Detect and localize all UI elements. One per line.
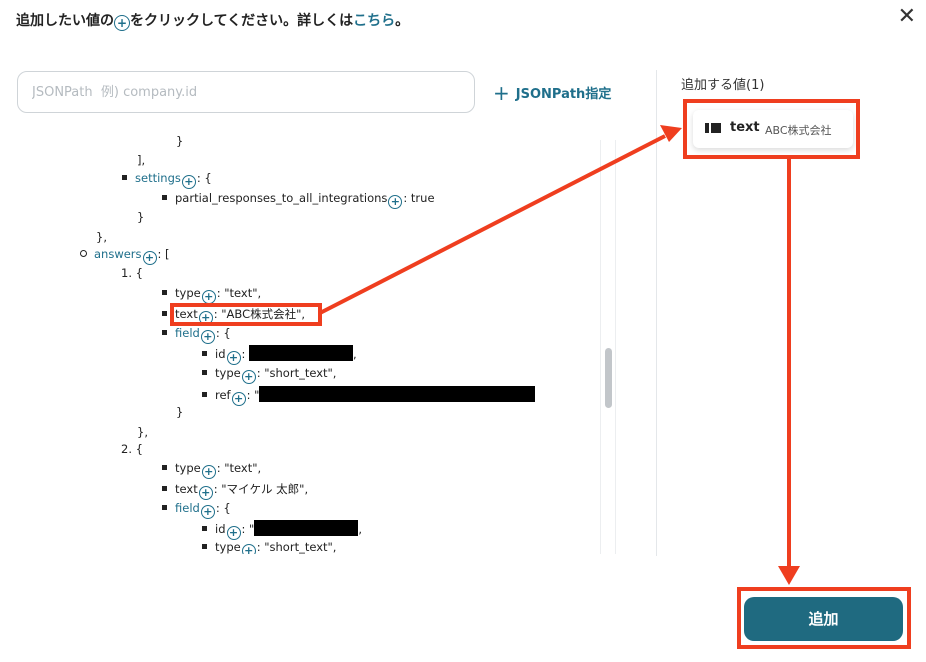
close-icon[interactable]: ✕ bbox=[898, 4, 916, 29]
tree-node-settings: settings +: { bbox=[122, 171, 212, 189]
header-text-before: 追加したい値の bbox=[16, 13, 114, 29]
add-text-plus-icon[interactable]: + bbox=[198, 486, 213, 500]
bullet-icon bbox=[202, 351, 207, 356]
jsonpath-search-input[interactable] bbox=[17, 71, 475, 113]
tree-line: }, bbox=[96, 230, 107, 244]
tree-node-partial-responses: partial_responses_to_all_integrations +: … bbox=[162, 191, 435, 209]
bullet-icon bbox=[162, 465, 167, 470]
tree-node-field-2: field +: { bbox=[162, 501, 231, 519]
highlight-box-add-button bbox=[737, 587, 911, 649]
bullet-icon bbox=[202, 544, 207, 549]
bullet-icon bbox=[162, 505, 167, 510]
tree-node-text-2: text +: "マイケル 太郎", bbox=[162, 481, 308, 500]
bullet-icon bbox=[162, 195, 167, 200]
bullet-circle-icon bbox=[80, 250, 87, 257]
tree-item-2: 2. { bbox=[121, 442, 143, 456]
jsonpath-specify-button[interactable]: + JSONPath指定 bbox=[493, 81, 611, 105]
bullet-icon bbox=[162, 330, 167, 335]
instruction-header: 追加したい値の + をクリックしてください。詳しくはこちら。 bbox=[16, 10, 409, 31]
tree-node-type-1b: type +: "short_text", bbox=[202, 366, 336, 384]
highlight-box-text-node bbox=[170, 303, 322, 326]
plus-icon: + bbox=[493, 81, 510, 105]
add-type-plus-icon[interactable]: + bbox=[201, 465, 216, 479]
help-link[interactable]: こちら bbox=[353, 13, 395, 29]
tree-line: ], bbox=[137, 153, 146, 167]
arrowhead-to-chip bbox=[660, 125, 682, 142]
tree-item-1: 1. { bbox=[121, 266, 143, 280]
redacted-block bbox=[254, 520, 359, 536]
tree-node-type-2b: type +: "short_text", bbox=[202, 540, 336, 554]
highlight-box-added-chip bbox=[683, 99, 860, 159]
scrollbar-track[interactable] bbox=[600, 140, 616, 554]
add-ref-plus-icon[interactable]: + bbox=[231, 392, 246, 406]
tree-line: } bbox=[176, 134, 184, 148]
add-type-plus-icon[interactable]: + bbox=[201, 290, 216, 304]
plus-circle-icon: + bbox=[114, 15, 130, 31]
add-field-plus-icon[interactable]: + bbox=[200, 330, 215, 344]
bullet-icon bbox=[202, 392, 207, 397]
bullet-icon bbox=[202, 370, 207, 375]
add-partial-responses-plus-icon[interactable]: + bbox=[388, 195, 403, 209]
jsonpath-specify-label: JSONPath指定 bbox=[515, 87, 612, 102]
header-text-end: 。 bbox=[395, 13, 410, 29]
tree-line: } bbox=[137, 210, 145, 224]
panel-divider bbox=[656, 70, 657, 556]
bullet-icon bbox=[202, 526, 207, 531]
tree-line: } bbox=[176, 405, 184, 419]
scrollbar-thumb[interactable] bbox=[605, 348, 612, 408]
header-text-middle: をクリックしてください。詳しくは bbox=[130, 13, 354, 29]
tree-node-id-1: id +: , bbox=[202, 345, 357, 365]
json-tree: } ], settings +: { partial_responses_to_a… bbox=[16, 130, 601, 554]
bullet-icon bbox=[162, 486, 167, 491]
add-field-plus-icon[interactable]: + bbox=[200, 505, 215, 519]
add-id-plus-icon[interactable]: + bbox=[226, 351, 241, 365]
add-id-plus-icon[interactable]: + bbox=[226, 526, 241, 540]
tree-node-field-1: field +: { bbox=[162, 326, 231, 344]
added-values-title: 追加する値(1) bbox=[681, 78, 765, 93]
partial-responses-key: partial_responses_to_all_integrations bbox=[175, 191, 388, 205]
tree-node-type-1: type +: "text", bbox=[162, 286, 261, 304]
settings-key: settings bbox=[135, 171, 181, 185]
redacted-block bbox=[259, 386, 536, 402]
add-type-plus-icon[interactable]: + bbox=[241, 544, 256, 554]
add-answers-plus-icon[interactable]: + bbox=[142, 251, 157, 265]
add-type-plus-icon[interactable]: + bbox=[241, 370, 256, 384]
redacted-block bbox=[249, 345, 354, 361]
tree-node-id-2: id +: ", bbox=[202, 520, 362, 540]
answers-key: answers bbox=[94, 247, 142, 261]
tree-node-type-2: type +: "text", bbox=[162, 461, 261, 479]
bullet-icon bbox=[162, 311, 167, 316]
tree-node-answers: answers +: [ bbox=[80, 247, 170, 265]
add-settings-plus-icon[interactable]: + bbox=[181, 175, 196, 189]
bullet-icon bbox=[122, 175, 127, 180]
tree-node-ref-1: ref +: " bbox=[202, 386, 536, 406]
tree-line: }, bbox=[137, 425, 148, 439]
arrowhead-to-button bbox=[778, 566, 800, 585]
bullet-icon bbox=[162, 290, 167, 295]
